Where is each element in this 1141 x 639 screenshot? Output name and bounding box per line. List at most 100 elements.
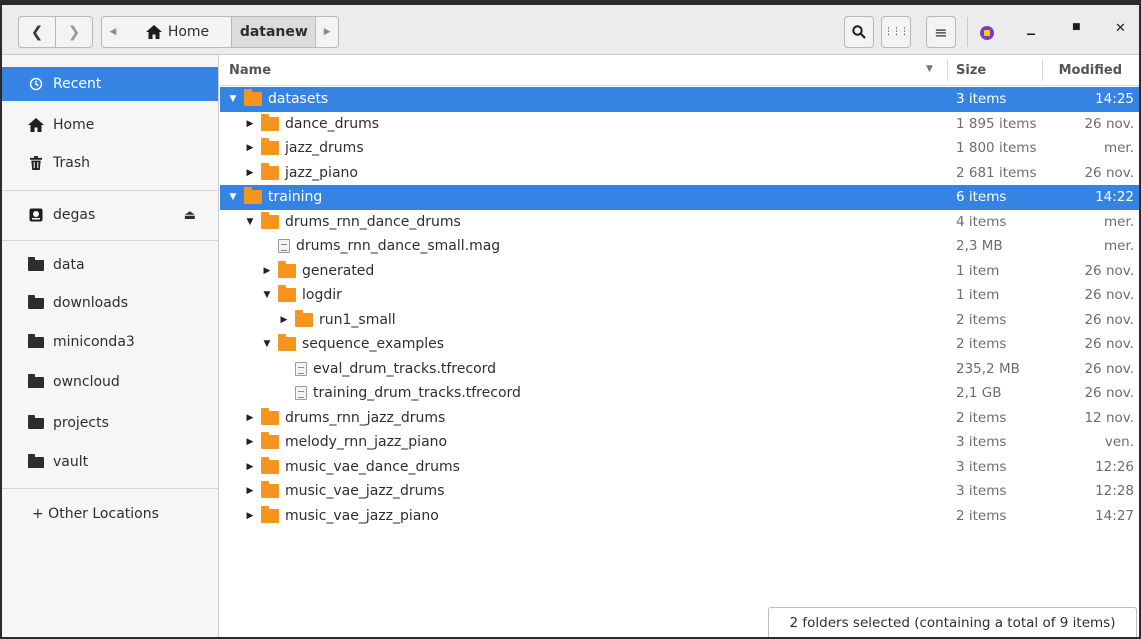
row-modified: 12:28: [1095, 483, 1134, 500]
row-size: 1 800 items: [956, 140, 1037, 157]
row-size: 2 681 items: [956, 164, 1037, 181]
status-text: 2 folders selected (containing a total o…: [789, 614, 1116, 631]
expander-collapsed-icon[interactable]: ▶: [245, 437, 255, 447]
back-button[interactable]: ❮: [19, 17, 55, 47]
record-indicator-icon[interactable]: [980, 26, 994, 40]
expander-expanded-icon[interactable]: ▼: [262, 339, 272, 349]
expander-collapsed-icon[interactable]: ▶: [245, 486, 255, 496]
sidebar-item-degas[interactable]: degas ⏏: [2, 198, 218, 232]
home-icon: [145, 25, 162, 39]
folder-row[interactable]: ▶ music_vae_dance_drums 3 items 12:26: [220, 455, 1139, 480]
folder-row[interactable]: ▶ drums_rnn_jazz_drums 2 items 12 nov.: [220, 406, 1139, 431]
file-row[interactable]: training_drum_tracks.tfrecord 2,1 GB 26 no…: [220, 381, 1139, 406]
row-name-cell: training_drum_tracks.tfrecord: [279, 385, 521, 401]
breadcrumb-current[interactable]: datanew: [232, 17, 317, 47]
expander-collapsed-icon[interactable]: ▶: [245, 119, 255, 129]
folder-row[interactable]: ▼ training 6 items 14:22: [220, 185, 1139, 210]
maximize-icon: ■: [1072, 22, 1081, 32]
row-name-cell: ▶ jazz_piano: [245, 162, 358, 181]
eject-icon[interactable]: ⏏: [184, 208, 196, 223]
folder-row[interactable]: ▶ run1_small 2 items 26 nov.: [220, 308, 1139, 333]
expander-collapsed-icon[interactable]: ▶: [279, 315, 289, 325]
folder-icon: [278, 260, 296, 278]
folder-row[interactable]: ▶ music_vae_jazz_drums 3 items 12:28: [220, 479, 1139, 504]
expander-collapsed-icon[interactable]: ▶: [245, 168, 255, 178]
sidebar: Recent Home Trash degas ⏏ data downloads…: [2, 55, 219, 637]
sidebar-item-home[interactable]: Home: [2, 108, 218, 142]
breadcrumb-home-label: Home: [167, 24, 210, 40]
sidebar-item-other-locations[interactable]: + Other Locations: [2, 497, 218, 531]
sidebar-item-projects[interactable]: projects: [2, 406, 218, 440]
row-modified: 26 nov.: [1084, 360, 1134, 377]
sidebar-item-recent[interactable]: Recent: [2, 67, 218, 101]
row-size: 2 items: [956, 336, 1007, 353]
folder-row[interactable]: ▶ jazz_piano 2 681 items 26 nov.: [220, 161, 1139, 186]
row-size: 2 items: [956, 409, 1007, 426]
sidebar-item-data[interactable]: data: [2, 248, 218, 282]
expander-expanded-icon[interactable]: ▼: [228, 192, 238, 202]
sidebar-item-downloads[interactable]: downloads: [2, 286, 218, 320]
row-modified: mer.: [1103, 238, 1134, 255]
column-divider[interactable]: [1042, 59, 1043, 81]
minimize-button[interactable]: _: [1027, 16, 1035, 35]
expander-collapsed-icon[interactable]: ▶: [245, 462, 255, 472]
sidebar-item-label: Trash: [53, 155, 90, 171]
sort-descending-icon[interactable]: ▼: [926, 64, 933, 74]
breadcrumb-home[interactable]: Home: [124, 17, 233, 47]
column-divider[interactable]: [947, 59, 948, 81]
row-name-cell: ▶ music_vae_dance_drums: [245, 456, 460, 475]
expander-expanded-icon[interactable]: ▼: [228, 94, 238, 104]
path-scroll-right-button[interactable]: ▶: [316, 17, 338, 47]
folder-icon: [261, 456, 279, 474]
menu-button[interactable]: ≡: [926, 16, 956, 48]
maximize-button[interactable]: ■: [1072, 22, 1081, 32]
sidebar-item-vault[interactable]: vault: [2, 445, 218, 479]
folder-row[interactable]: ▶ jazz_drums 1 800 items mer.: [220, 136, 1139, 161]
column-headers: Name ▼ Size Modified: [220, 55, 1139, 86]
expander-collapsed-icon[interactable]: ▶: [245, 143, 255, 153]
folder-icon: [28, 414, 44, 430]
expander-collapsed-icon[interactable]: ▶: [245, 413, 255, 423]
row-name-label: drums_rnn_dance_drums: [285, 213, 461, 230]
forward-button[interactable]: ❯: [55, 17, 92, 47]
folder-row[interactable]: ▶ music_vae_jazz_piano 2 items 14:27: [220, 504, 1139, 529]
folder-row[interactable]: ▼ logdir 1 item 26 nov.: [220, 283, 1139, 308]
row-modified: ven.: [1104, 434, 1134, 451]
file-list: Name ▼ Size Modified ▼ datasets 3 items 14:…: [220, 55, 1139, 637]
path-scroll-left-button[interactable]: ◀: [102, 17, 124, 47]
folder-row[interactable]: ▶ melody_rnn_jazz_piano 3 items ven.: [220, 430, 1139, 455]
folder-row[interactable]: ▶ generated 1 item 26 nov.: [220, 259, 1139, 284]
selection-status: 2 folders selected (containing a total o…: [768, 607, 1137, 637]
sidebar-item-owncloud[interactable]: owncloud: [2, 365, 218, 399]
row-modified: 26 nov.: [1084, 262, 1134, 279]
view-grid-button[interactable]: ⋮⋮⋮: [881, 16, 911, 48]
expander-collapsed-icon[interactable]: ▶: [262, 266, 272, 276]
column-header-name[interactable]: Name: [229, 63, 271, 78]
folder-row[interactable]: ▼ sequence_examples 2 items 26 nov.: [220, 332, 1139, 357]
row-name-cell: ▶ melody_rnn_jazz_piano: [245, 432, 447, 450]
column-header-size[interactable]: Size: [956, 63, 986, 78]
expander-expanded-icon[interactable]: ▼: [262, 290, 272, 300]
row-modified: 26 nov.: [1084, 287, 1134, 304]
folder-row[interactable]: ▼ drums_rnn_dance_drums 4 items mer.: [220, 210, 1139, 235]
expander-expanded-icon[interactable]: ▼: [245, 217, 255, 227]
expander-collapsed-icon[interactable]: ▶: [245, 511, 255, 521]
folder-row[interactable]: ▶ dance_drums 1 895 items 26 nov.: [220, 112, 1139, 137]
sidebar-item-trash[interactable]: Trash: [2, 146, 218, 180]
close-button[interactable]: ✕: [1115, 21, 1126, 36]
sidebar-item-label: projects: [53, 415, 109, 431]
sidebar-item-label: vault: [53, 454, 89, 470]
file-row[interactable]: eval_drum_tracks.tfrecord 235,2 MB 26 nov.: [220, 357, 1139, 382]
navigation-buttons: ❮ ❯: [18, 16, 93, 48]
row-name-label: datasets: [268, 91, 329, 108]
search-button[interactable]: [844, 16, 874, 48]
file-icon: [295, 361, 307, 376]
folder-row[interactable]: ▼ datasets 3 items 14:25: [220, 87, 1139, 112]
sidebar-item-label: miniconda3: [53, 334, 135, 350]
row-name-cell: ▶ dance_drums: [245, 113, 379, 132]
row-size: 2,1 GB: [956, 385, 1002, 402]
file-row[interactable]: drums_rnn_dance_small.mag 2,3 MB mer.: [220, 234, 1139, 259]
sidebar-item-miniconda3[interactable]: miniconda3: [2, 325, 218, 359]
column-header-modified[interactable]: Modified: [1059, 63, 1122, 78]
folder-icon: [261, 505, 279, 523]
